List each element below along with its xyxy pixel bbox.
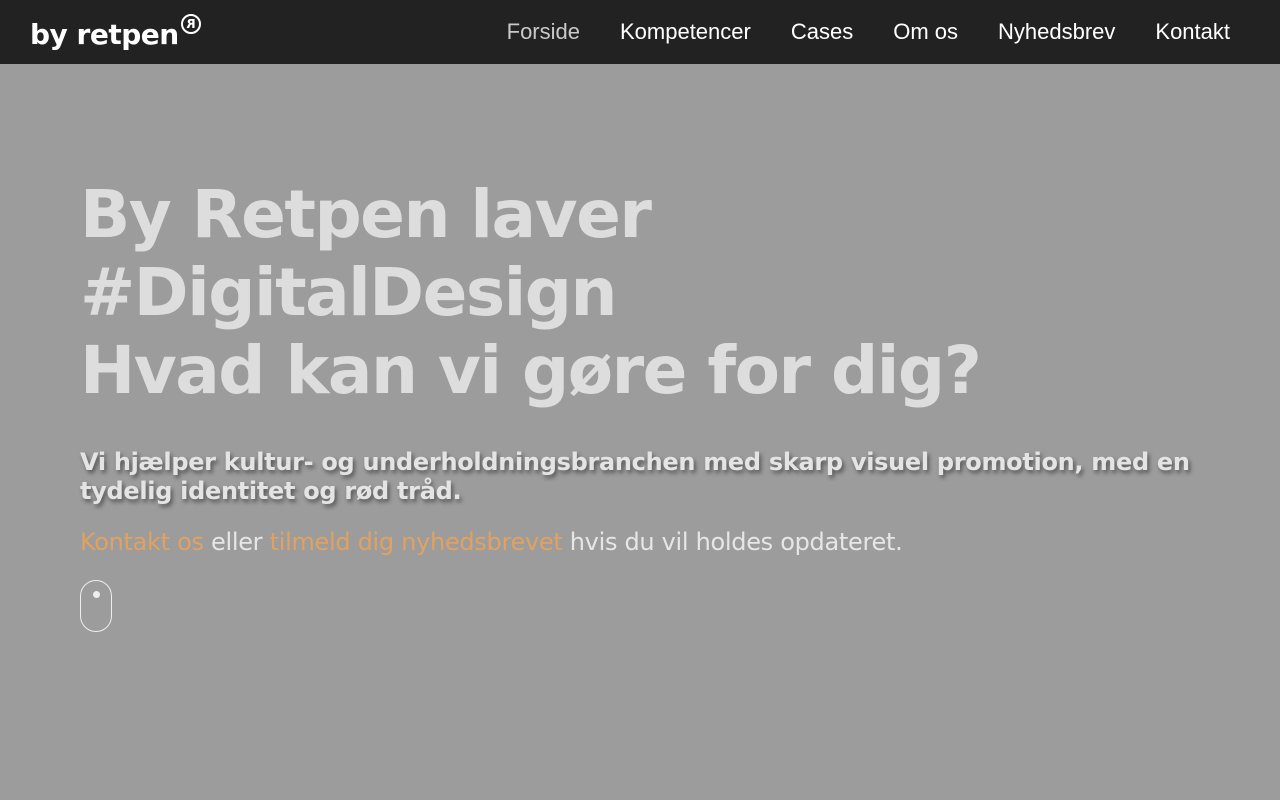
- top-navigation-bar: by retpen R Forside Kompetencer Cases Om…: [0, 0, 1280, 64]
- hero-cta-text: Kontakt os eller tilmeld dig nyhedsbreve…: [80, 526, 1200, 558]
- hero-section: By Retpen laver #DigitalDesign Hvad kan …: [80, 176, 1200, 558]
- cta-text-or: eller: [203, 528, 270, 556]
- nav-item-nyhedsbrev[interactable]: Nyhedsbrev: [998, 21, 1115, 43]
- registered-mark-icon: R: [180, 14, 201, 34]
- scroll-wheel-dot: [92, 591, 100, 598]
- mouse-scroll-icon[interactable]: [80, 580, 112, 632]
- hero-heading-line-1: By Retpen laver: [80, 176, 652, 253]
- nav-item-cases[interactable]: Cases: [791, 21, 853, 43]
- main-nav: Forside Kompetencer Cases Om os Nyhedsbr…: [467, 0, 1230, 64]
- newsletter-signup-link[interactable]: tilmeld dig nyhedsbrevet: [270, 528, 563, 556]
- nav-item-kompetencer[interactable]: Kompetencer: [620, 21, 751, 43]
- hero-heading-line-3: Hvad kan vi gøre for dig?: [80, 332, 982, 409]
- nav-item-kontakt[interactable]: Kontakt: [1155, 21, 1230, 43]
- nav-item-forside[interactable]: Forside: [507, 21, 580, 43]
- nav-item-om-os[interactable]: Om os: [893, 21, 958, 43]
- contact-link[interactable]: Kontakt os: [80, 528, 204, 556]
- hero-heading-line-2: #DigitalDesign: [80, 254, 617, 331]
- hero-subheading: Vi hjælper kultur- og underholdningsbran…: [80, 448, 1190, 505]
- logo-text: by retpen: [30, 18, 179, 51]
- logo-link[interactable]: by retpen R: [30, 10, 201, 54]
- cta-text-tail: hvis du vil holdes opdateret.: [562, 528, 903, 556]
- hero-heading: By Retpen laver #DigitalDesign Hvad kan …: [80, 176, 1200, 410]
